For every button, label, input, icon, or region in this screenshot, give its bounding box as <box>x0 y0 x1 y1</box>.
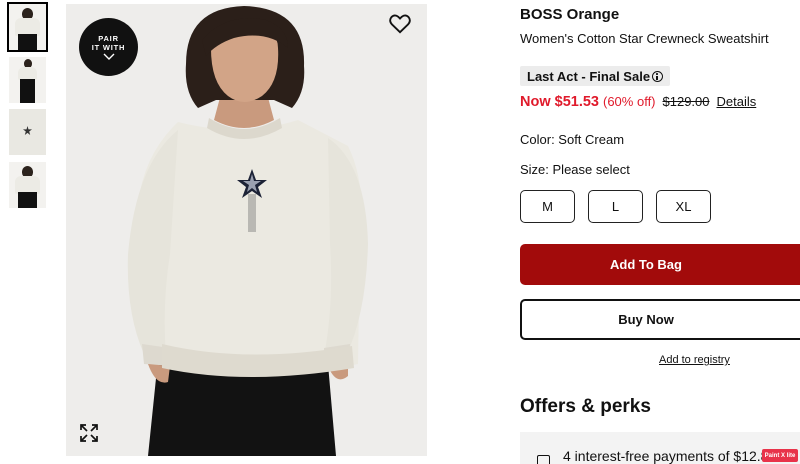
buy-now-label: Buy Now <box>618 312 674 327</box>
add-to-registry-link[interactable]: Add to registry <box>659 354 730 366</box>
expand-icon[interactable] <box>79 423 99 443</box>
original-price: $129.00 <box>662 94 710 109</box>
final-sale-label: Last Act - Final Sale <box>527 68 651 84</box>
sale-price: Now $51.53 <box>520 94 599 110</box>
thumbnail-detail[interactable] <box>9 109 46 155</box>
product-title: Women's Cotton Star Crewneck Sweatshirt <box>520 31 769 46</box>
brand-name[interactable]: BOSS Orange <box>520 6 619 23</box>
color-selection: Color: Soft Cream <box>520 132 625 147</box>
price-details-link[interactable]: Details <box>717 94 757 109</box>
pair-it-with-button[interactable]: PAIR IT WITH <box>79 18 138 76</box>
browser-extension-badge[interactable]: Paint X lite <box>762 449 798 462</box>
pair-label-line1: PAIR <box>98 34 119 43</box>
installment-offer-text: 4 interest-free payments of $12.8 <box>563 448 769 464</box>
chevron-down-icon <box>103 53 114 60</box>
final-sale-badge[interactable]: Last Act - Final Sale <box>520 66 671 86</box>
add-to-bag-button[interactable]: Add To Bag <box>520 244 800 285</box>
heart-icon[interactable] <box>389 14 411 34</box>
size-option-l[interactable]: L <box>588 190 643 223</box>
offers-heading: Offers & perks <box>520 396 651 417</box>
thumbnail-back[interactable] <box>9 162 46 208</box>
thumbnail-front[interactable] <box>7 2 48 52</box>
size-option-xl[interactable]: XL <box>656 190 711 223</box>
discount-percent: (60% off) <box>603 94 656 109</box>
add-to-bag-label: Add To Bag <box>610 257 682 272</box>
buy-now-button[interactable]: Buy Now <box>520 299 800 340</box>
thumbnail-full-length[interactable] <box>9 57 46 103</box>
size-selection: Size: Please select <box>520 162 630 177</box>
price-row: Now $51.53 (60% off) $129.00 Details <box>520 94 756 110</box>
info-icon[interactable] <box>652 70 664 82</box>
payment-icon <box>537 455 550 464</box>
size-option-m[interactable]: M <box>520 190 575 223</box>
pair-label-line2: IT WITH <box>91 43 126 52</box>
